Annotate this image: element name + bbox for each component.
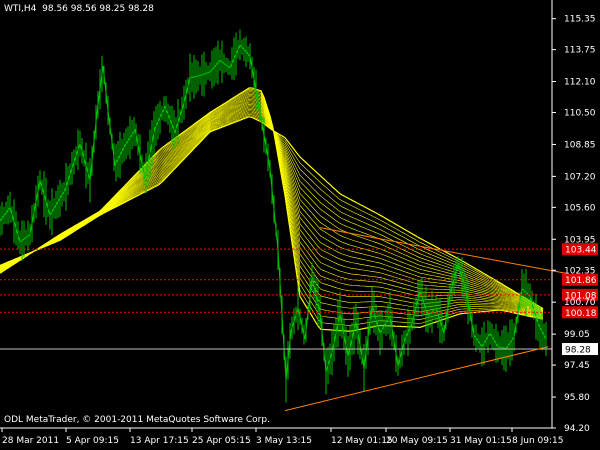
- y-tick-label: 112.10: [564, 78, 596, 88]
- y-tick-label: 115.35: [564, 15, 596, 25]
- price-level-label: 101.86: [565, 276, 597, 286]
- y-tick-label: 103.95: [564, 235, 596, 245]
- y-tick-label: 99.05: [564, 330, 590, 340]
- y-tick-label: 108.85: [564, 140, 596, 150]
- copyright-footer: ODL MetaTrader, © 2001-2011 MetaQuotes S…: [4, 415, 270, 425]
- wti-chart[interactable]: 103.44101.86101.08100.1898.28 115.35113.…: [0, 0, 600, 450]
- x-tick-label: 20 May 09:15: [386, 436, 448, 446]
- price-level-label: 98.28: [565, 346, 591, 356]
- x-tick-label: 5 Apr 09:15: [66, 436, 119, 446]
- ohlc-high: 98.56: [70, 4, 97, 14]
- x-tick-label: 31 May 01:15: [450, 436, 512, 446]
- y-tick-label: 113.75: [564, 46, 596, 56]
- x-tick-label: 25 Apr 05:15: [192, 436, 251, 446]
- symbol-timeframe: WTI,H4: [4, 4, 37, 14]
- y-tick-label: 105.60: [564, 203, 596, 213]
- y-tick-label: 94.20: [564, 424, 590, 434]
- ohlc-open: 98.56: [42, 4, 68, 14]
- y-tick-label: 107.20: [564, 172, 596, 182]
- chart-header: WTI,H4 98.56 98.56 98.25 98.28: [4, 4, 154, 14]
- y-tick-label: 100.70: [564, 298, 596, 308]
- x-tick-label: 12 May 01:15: [331, 436, 393, 446]
- x-tick-label: 13 Apr 17:15: [130, 436, 189, 446]
- chart-background: [0, 0, 600, 450]
- x-tick-label: 3 May 13:15: [256, 436, 312, 446]
- ohlc-close: 98.28: [128, 4, 154, 14]
- price-level-label: 103.44: [565, 246, 597, 256]
- x-tick-label: 8 Jun 09:15: [512, 436, 563, 446]
- y-tick-label: 110.50: [564, 109, 596, 119]
- ohlc-low: 98.25: [99, 4, 126, 14]
- y-tick-label: 97.45: [564, 361, 590, 371]
- y-tick-label: 95.80: [564, 393, 590, 403]
- y-tick-label: 102.35: [564, 266, 596, 276]
- x-tick-label: 28 Mar 2011: [2, 436, 59, 446]
- price-level-label: 100.18: [565, 309, 597, 319]
